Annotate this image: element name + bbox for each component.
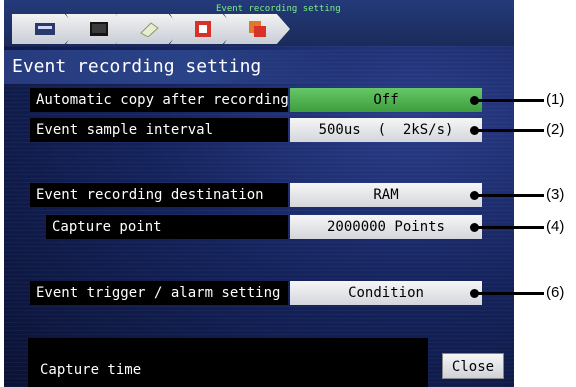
- automatic-copy-button[interactable]: Off: [290, 88, 482, 112]
- callout-line-1: [478, 99, 544, 102]
- callout-tip-4: [470, 223, 479, 232]
- copy-icon: [249, 21, 266, 37]
- callout-label-4: (4): [546, 218, 565, 235]
- nav-step-document[interactable]: [116, 14, 182, 44]
- callout-line-2: [478, 129, 544, 132]
- callout-tip-2: [470, 126, 479, 135]
- capture-point-button[interactable]: 2000000 Points: [290, 215, 482, 239]
- capture-time-box: Capture time: [28, 338, 428, 387]
- callout-label-6: (6): [546, 284, 565, 301]
- callout-label-3: (3): [546, 186, 565, 203]
- recording-destination-label: Event recording destination: [30, 183, 288, 207]
- nav-step-copy[interactable]: [224, 14, 290, 44]
- callout-line-6: [478, 292, 544, 295]
- panel-icon: [35, 23, 55, 35]
- callout-label-1: (1): [546, 91, 565, 108]
- page-title: Event recording setting: [4, 50, 354, 84]
- close-button[interactable]: Close: [442, 353, 504, 379]
- sample-interval-label: Event sample interval: [30, 118, 288, 142]
- record-icon: [195, 21, 211, 37]
- callout-tip-6: [470, 289, 479, 298]
- navigation-bar: Event recording setting: [4, 0, 514, 46]
- nav-step-panel[interactable]: [12, 14, 78, 44]
- document-icon: [140, 22, 159, 37]
- capture-point-label: Capture point: [46, 215, 288, 239]
- callout-line-3: [478, 194, 544, 197]
- capture-time-label: Capture time: [40, 362, 142, 378]
- automatic-copy-label: Automatic copy after recording: [30, 88, 289, 112]
- callout-label-2: (2): [546, 121, 565, 138]
- topbar-title: Event recording setting: [216, 4, 341, 14]
- callout-tip-1: [470, 96, 479, 105]
- event-trigger-button[interactable]: Condition: [290, 281, 482, 305]
- nav-step-record[interactable]: [170, 14, 236, 44]
- callout-line-4: [478, 226, 544, 229]
- settings-screen: Event recording setting Event recording …: [4, 0, 514, 387]
- recording-destination-button[interactable]: RAM: [290, 183, 482, 207]
- page-title-text: Event recording setting: [12, 56, 262, 77]
- sample-interval-button[interactable]: 500us ( 2kS/s): [290, 118, 482, 142]
- nav-step-monitor[interactable]: [66, 14, 128, 44]
- callout-tip-3: [470, 191, 479, 200]
- event-trigger-label: Event trigger / alarm setting: [30, 281, 288, 305]
- monitor-icon: [90, 22, 108, 36]
